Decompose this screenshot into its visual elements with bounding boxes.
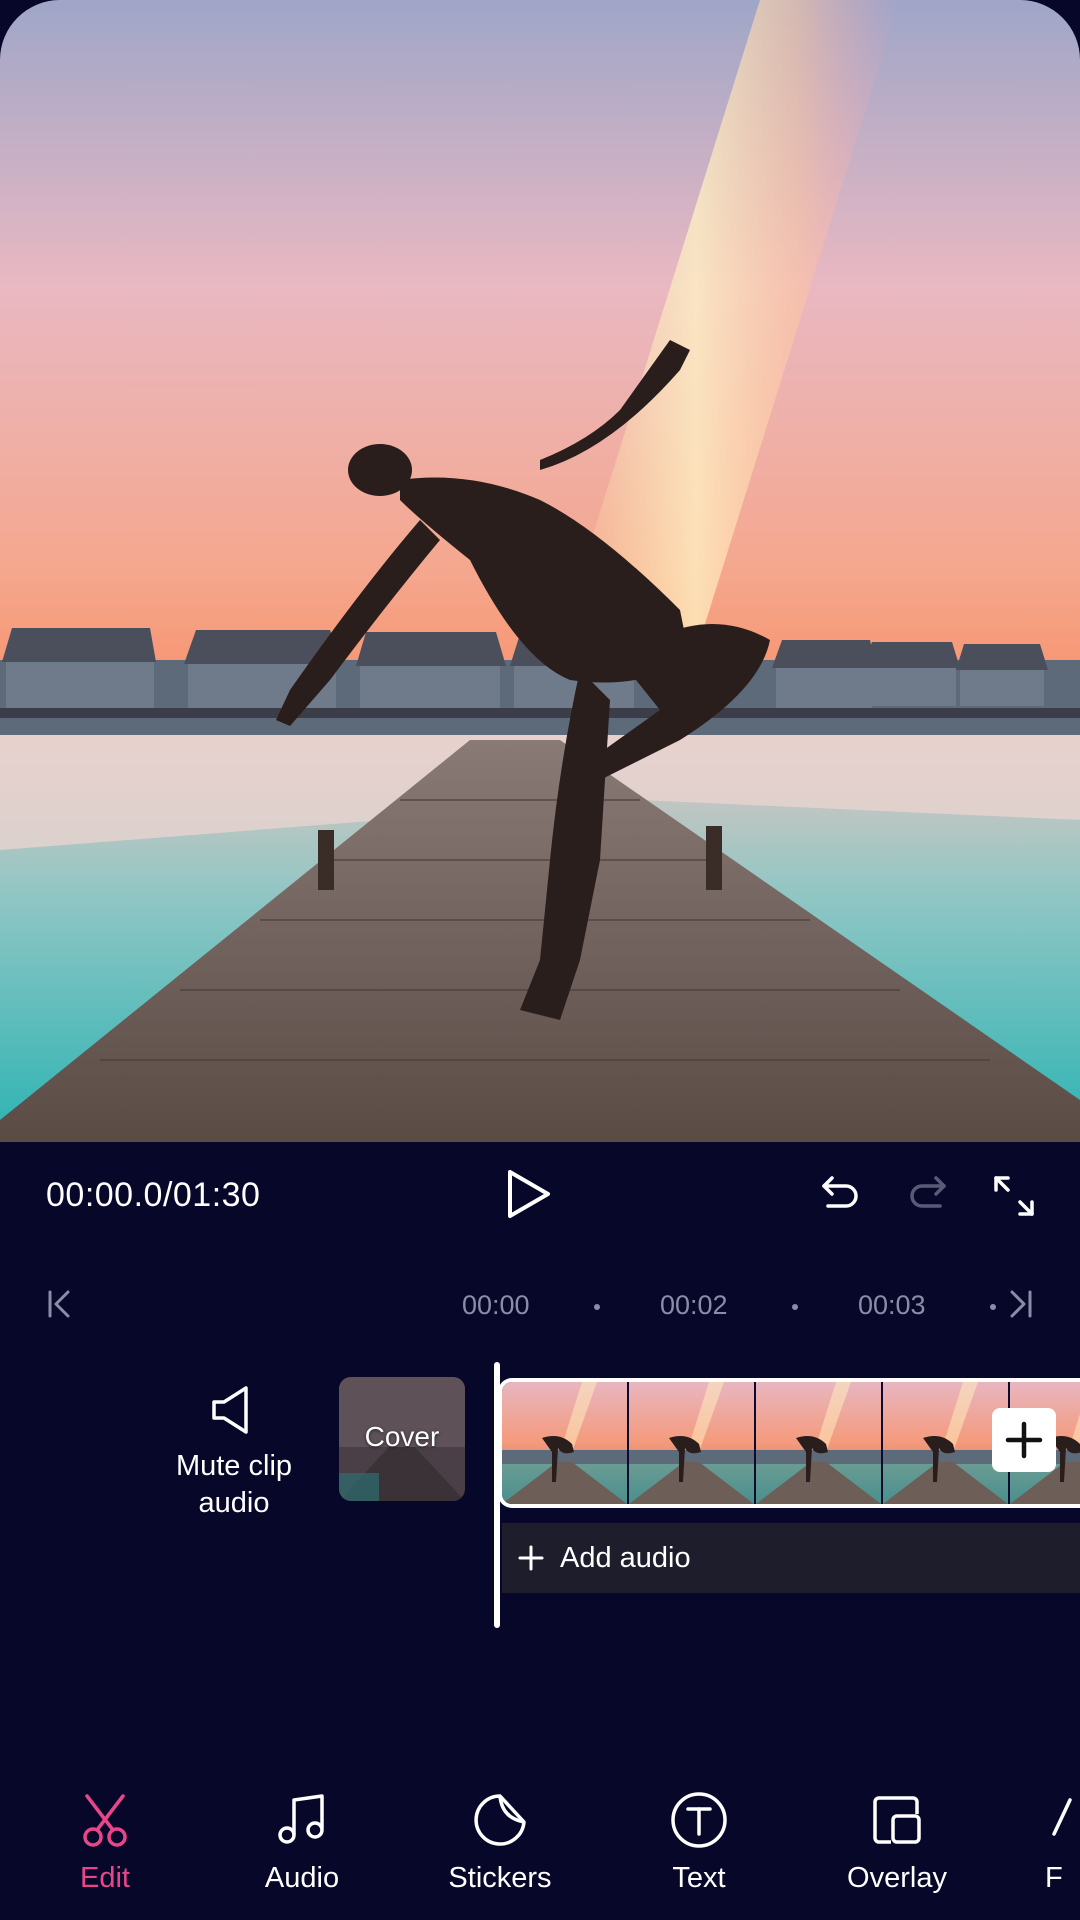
filter-icon [1052, 1798, 1072, 1836]
add-audio-button[interactable]: Add audio [502, 1523, 1080, 1593]
nav-label: Stickers [448, 1862, 552, 1894]
nav-label: Edit [80, 1862, 130, 1894]
add-clip-button[interactable] [992, 1408, 1056, 1472]
nav-overlay[interactable]: Overlay [812, 1790, 982, 1895]
nav-label: Audio [264, 1862, 340, 1894]
jump-to-end-icon[interactable] [1002, 1286, 1038, 1322]
timecode: 00:00.0/01:30 [46, 1176, 261, 1214]
playhead[interactable] [494, 1362, 500, 1628]
scissors-icon [83, 1794, 127, 1847]
fullscreen-icon[interactable] [990, 1172, 1038, 1220]
cover-button[interactable]: Cover [339, 1377, 465, 1501]
jump-to-start-icon[interactable] [42, 1286, 78, 1322]
nav-label: F [1045, 1862, 1063, 1894]
clip-frame-thumbnail [629, 1382, 756, 1504]
nav-text[interactable]: Text [614, 1790, 784, 1895]
undo-icon[interactable] [816, 1172, 864, 1220]
sticker-icon [474, 1794, 526, 1846]
plus-icon [1005, 1421, 1043, 1459]
ruler-dot [792, 1304, 798, 1310]
music-note-icon [278, 1794, 324, 1844]
cover-label: Cover [364, 1421, 440, 1452]
nav-label: Text [672, 1862, 726, 1894]
speaker-icon [212, 1386, 248, 1434]
ruler-tick: 00:03 [858, 1290, 926, 1320]
mute-clip-audio-label: Mute clip audio [175, 1450, 293, 1519]
clip-frame-thumbnail [502, 1382, 629, 1504]
nav-label: Overlay [847, 1862, 947, 1894]
clip-frame-thumbnail [883, 1382, 1010, 1504]
plus-icon [518, 1545, 544, 1571]
add-audio-label: Add audio [560, 1541, 691, 1574]
ruler-dot [594, 1304, 600, 1310]
preview-image [0, 0, 1080, 1142]
text-icon [671, 1792, 727, 1848]
clip-frame-thumbnail [756, 1382, 883, 1504]
video-preview[interactable] [0, 0, 1080, 1142]
overlay-icon [873, 1796, 921, 1844]
nav-edit[interactable]: Edit [20, 1790, 190, 1895]
redo-icon[interactable] [904, 1172, 952, 1220]
ruler-tick: 00:02 [660, 1290, 728, 1320]
nav-audio[interactable]: Audio [217, 1790, 387, 1895]
ruler-tick: 00:00 [462, 1290, 530, 1320]
ruler-dot [990, 1304, 996, 1310]
nav-filter[interactable]: F [990, 1790, 1080, 1895]
mute-clip-audio-button[interactable]: Mute clip audio [150, 1382, 318, 1522]
nav-stickers[interactable]: Stickers [415, 1790, 585, 1895]
play-icon[interactable] [500, 1166, 556, 1222]
